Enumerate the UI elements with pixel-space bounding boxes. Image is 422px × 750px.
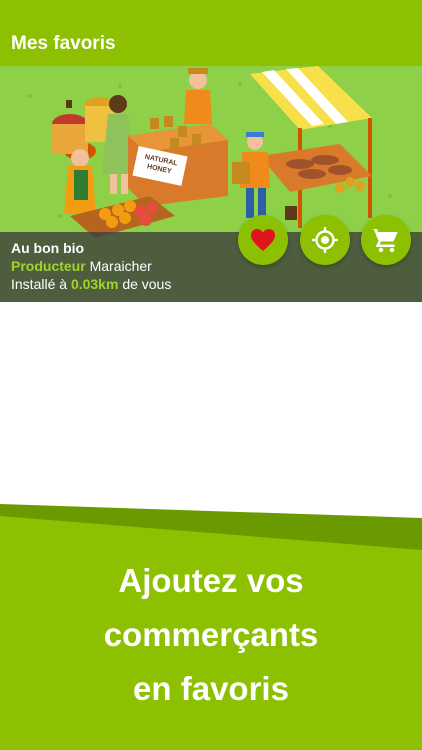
app-header: Mes favoris <box>0 0 422 66</box>
shop-info-bar: Au bon bio Producteur Maraicher Installé… <box>0 232 422 302</box>
shop-category: Producteur Maraicher <box>11 257 411 275</box>
promo-line-3: en favoris <box>133 670 289 707</box>
distance-suffix: de vous <box>122 276 172 292</box>
promo-message: Ajoutez vos commerçants en favoris <box>0 554 422 716</box>
shop-name: Au bon bio <box>11 240 85 256</box>
cart-icon <box>372 229 398 253</box>
page-title: Mes favoris <box>11 33 116 54</box>
shop-distance: Installé à 0.03km de vous <box>11 275 411 293</box>
shop-card[interactable]: NATURAL HONEY Au bon bio Producteur Mara… <box>0 66 422 302</box>
distance-value: 0.03km <box>70 276 119 292</box>
cart-button[interactable] <box>361 215 411 265</box>
locate-button[interactable] <box>300 215 350 265</box>
distance-prefix: Installé à <box>11 276 68 292</box>
promo-line-2: commerçants <box>103 616 319 653</box>
promo-line-1: Ajoutez vos <box>118 562 304 599</box>
category-label: Producteur <box>11 258 86 274</box>
heart-icon <box>251 229 275 251</box>
target-icon <box>312 227 338 253</box>
category-value: Maraicher <box>89 258 152 274</box>
favorite-button[interactable] <box>238 215 288 265</box>
